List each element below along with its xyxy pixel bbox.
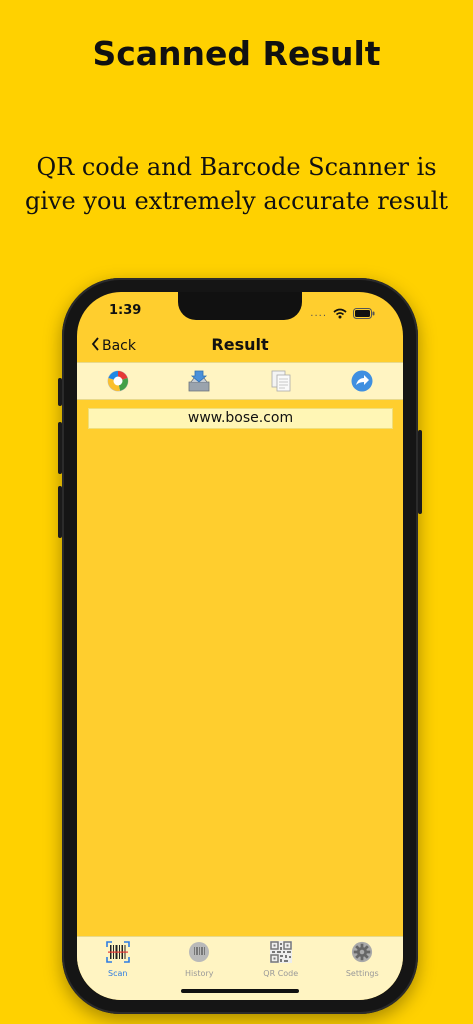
page-title: Result <box>211 335 269 354</box>
save-download-icon[interactable] <box>186 368 212 394</box>
tab-label: Scan <box>108 969 128 978</box>
signal-dots: .... <box>310 308 327 319</box>
tab-label: Settings <box>345 969 379 978</box>
phone-side-button <box>58 486 62 538</box>
status-time: 1:39 <box>109 303 142 318</box>
qr-code-icon <box>269 941 292 967</box>
action-toolbar <box>77 362 403 400</box>
copy-icon[interactable] <box>268 368 294 394</box>
phone-side-button <box>58 422 62 474</box>
tab-scan[interactable]: Scan <box>83 941 153 978</box>
promo-subline: QR code and Barcode Scanner is give you … <box>24 153 449 215</box>
tab-label: QR Code <box>263 969 299 978</box>
google-search-icon[interactable] <box>105 368 131 394</box>
navigation-bar: Back Result <box>77 330 403 362</box>
battery-icon <box>353 304 375 323</box>
home-indicator[interactable] <box>181 989 299 993</box>
status-icons: .... <box>310 304 375 323</box>
tab-history[interactable]: History <box>164 941 234 978</box>
phone-side-button <box>418 430 422 514</box>
tab-qr-code[interactable]: QR Code <box>246 941 316 978</box>
result-text-field[interactable]: www.bose.com <box>88 408 393 429</box>
phone-side-button <box>58 378 62 406</box>
gear-icon <box>350 941 374 967</box>
notch <box>178 292 302 320</box>
tab-label: History <box>185 969 214 978</box>
phone-screen: 1:39 .... Back Result www.bose.com Scan … <box>77 292 403 1000</box>
tab-settings[interactable]: Settings <box>327 941 397 978</box>
wifi-icon <box>333 304 347 323</box>
barcode-scan-icon <box>105 941 130 967</box>
share-icon[interactable] <box>349 368 375 394</box>
history-icon <box>187 941 211 967</box>
promo-headline: Scanned Result <box>92 34 381 73</box>
